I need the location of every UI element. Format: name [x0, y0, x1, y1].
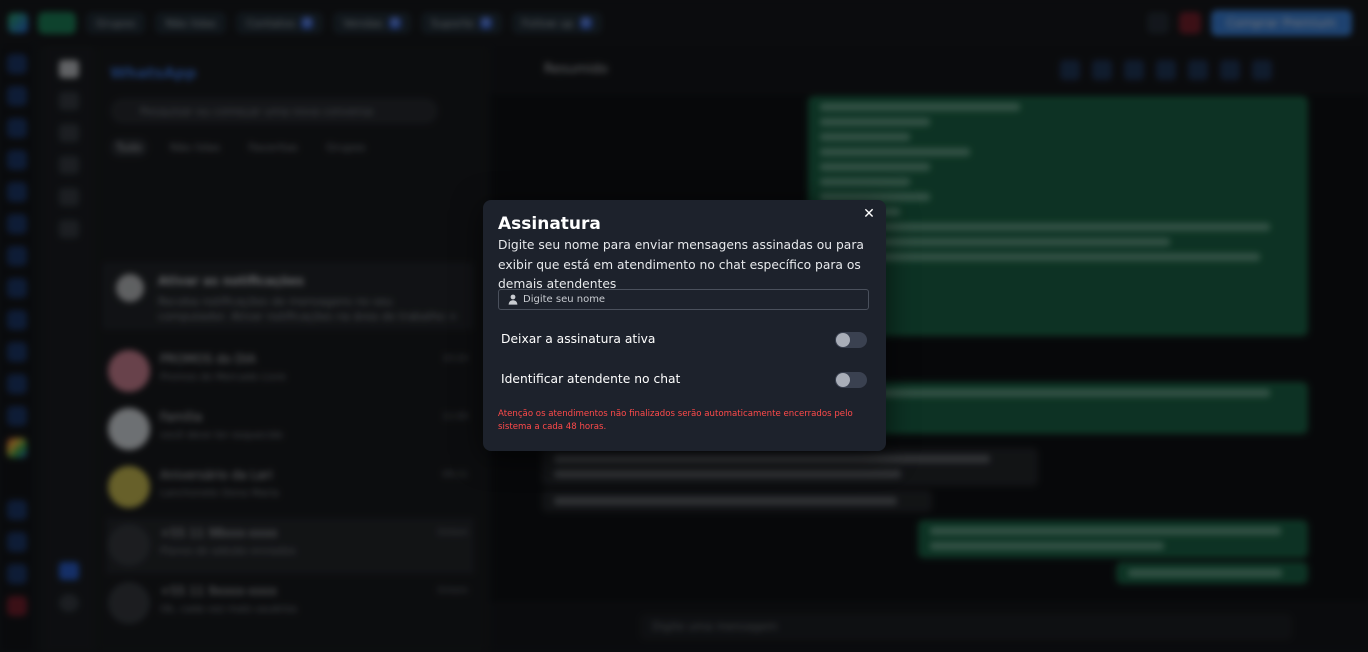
toggle-identify-label: Identificar atendente no chat [501, 372, 681, 386]
signature-modal: ✕ Assinatura Digite seu nome para enviar… [483, 200, 886, 451]
modal-description: Digite seu nome para enviar mensagens as… [498, 238, 864, 291]
signature-name-input[interactable] [523, 290, 853, 309]
identify-attendant-toggle[interactable] [835, 372, 867, 388]
close-icon[interactable]: ✕ [860, 205, 878, 223]
signature-active-toggle[interactable] [835, 332, 867, 348]
signature-name-field[interactable] [498, 289, 869, 310]
toggle-knob [836, 333, 850, 347]
toggle-knob [836, 373, 850, 387]
modal-title: Assinatura [498, 214, 601, 234]
toggle-active-label: Deixar a assinatura ativa [501, 332, 656, 346]
warning-text: Atenção os atendimentos não finalizados … [498, 409, 853, 432]
user-icon [508, 294, 518, 305]
toggle-row-active: Deixar a assinatura ativa [501, 330, 867, 350]
toggle-row-identify: Identificar atendente no chat [501, 370, 867, 390]
